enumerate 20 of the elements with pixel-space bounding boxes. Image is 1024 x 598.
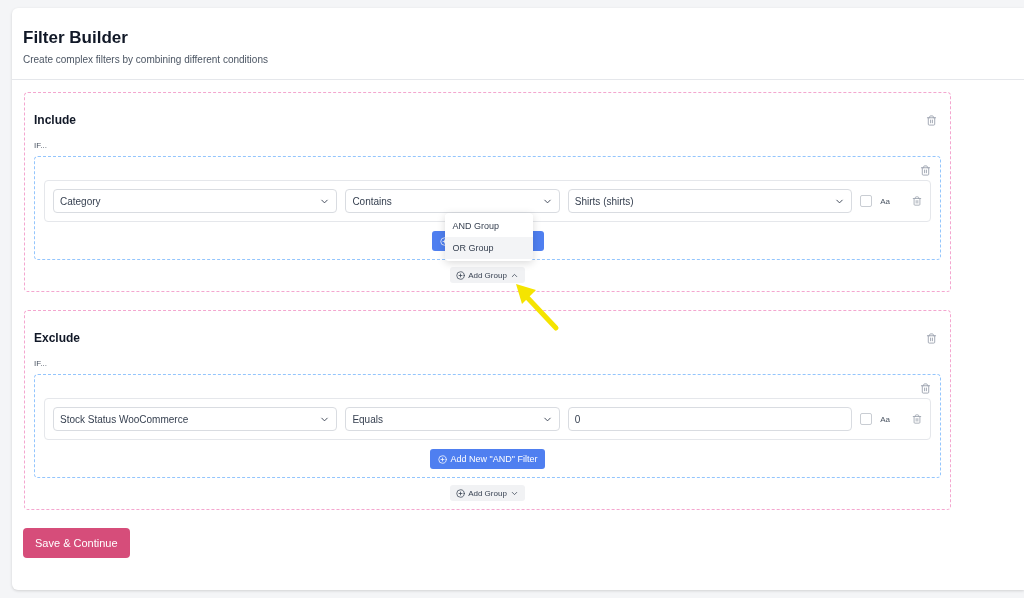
page-subtitle: Create complex filters by combining different conditions <box>23 54 269 65</box>
add-group-button[interactable]: Add Group <box>450 267 525 283</box>
menu-item[interactable]: AND Group <box>444 215 533 237</box>
if-label: IF... <box>34 141 48 150</box>
section-title: Exclude <box>34 331 81 345</box>
add-group-button[interactable]: Add Group <box>450 485 525 501</box>
page-title: Filter Builder <box>23 28 129 48</box>
value-field[interactable]: 0 <box>567 407 853 431</box>
operator-select[interactable]: Contains <box>345 189 560 213</box>
field-select[interactable]: Category <box>53 189 338 213</box>
menu-item[interactable]: OR Group <box>444 237 533 259</box>
case-label: Aa <box>880 196 890 206</box>
save-button[interactable]: Save & Continue <box>23 528 130 558</box>
field-select[interactable]: Stock Status WooCommerce <box>53 407 338 431</box>
if-label: IF... <box>34 359 48 368</box>
operator-select[interactable]: Equals <box>345 407 560 431</box>
add-filter-button[interactable]: Add New "AND" Filter <box>429 449 546 469</box>
value-select[interactable]: Shirts (shirts) <box>567 189 853 213</box>
section-title: Include <box>34 113 76 127</box>
case-label: Aa <box>880 414 890 424</box>
